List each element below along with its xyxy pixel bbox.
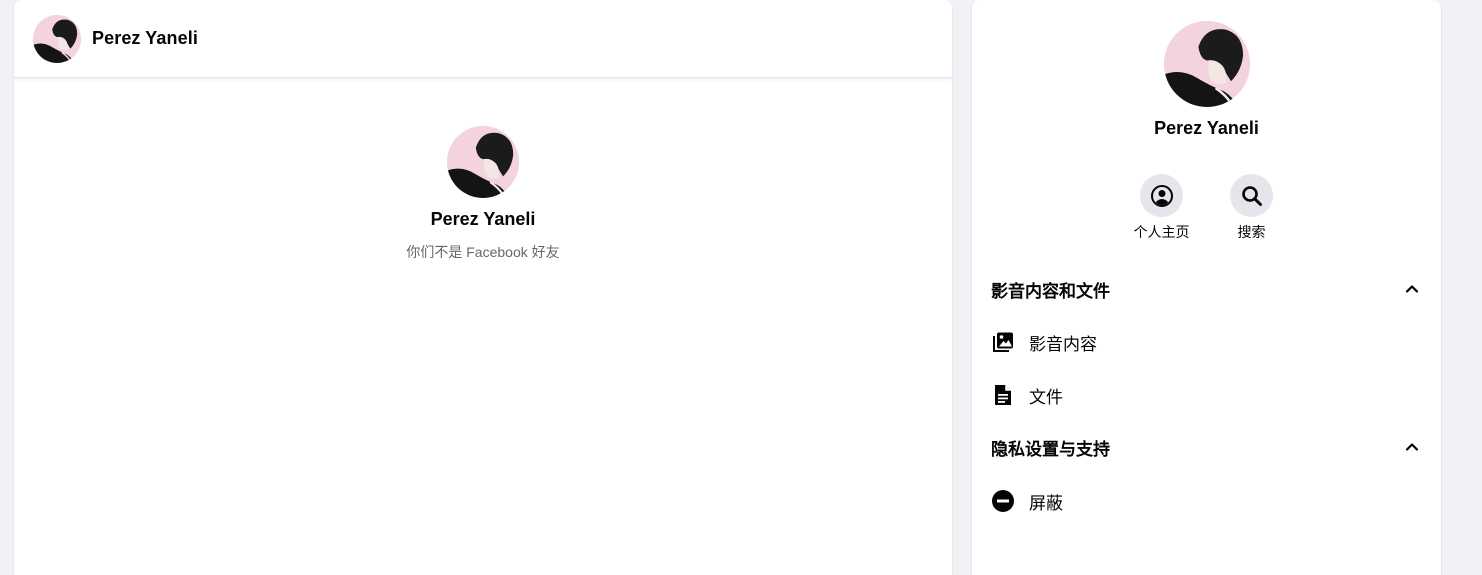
section-media-files-header[interactable]: 影音内容和文件 xyxy=(991,275,1422,303)
action-row: 个人主页 搜索 xyxy=(972,174,1441,242)
friend-status-text: 你们不是 Facebook 好友 xyxy=(406,244,560,260)
media-icon xyxy=(991,330,1015,354)
menu-item-block[interactable]: 屏蔽 xyxy=(991,486,1422,516)
avatar-image xyxy=(33,15,81,63)
chat-header-avatar[interactable] xyxy=(33,14,81,63)
profile-icon xyxy=(1150,184,1173,207)
info-profile: Perez Yaneli xyxy=(972,21,1441,139)
chat-panel: Perez Yaneli Perez Yaneli 你们不是 Facebook … xyxy=(14,0,952,575)
file-icon xyxy=(991,383,1015,407)
menu-item-media[interactable]: 影音内容 xyxy=(991,327,1422,357)
intro-name: Perez Yaneli xyxy=(430,209,536,229)
profile-action-label: 个人主页 xyxy=(1133,224,1190,240)
profile-action-button[interactable]: 个人主页 xyxy=(1132,174,1192,242)
chat-header-name[interactable]: Perez Yaneli xyxy=(92,28,198,49)
chat-intro: Perez Yaneli 你们不是 Facebook 好友 xyxy=(14,126,952,262)
block-icon xyxy=(991,489,1015,513)
search-action-label: 搜索 xyxy=(1237,224,1266,240)
profile-action-circle[interactable] xyxy=(1140,174,1183,217)
search-action-circle[interactable] xyxy=(1230,174,1273,217)
search-icon xyxy=(1241,185,1262,206)
intro-avatar xyxy=(447,126,519,198)
info-panel: Perez Yaneli 个人主页 搜索 影音内容和文件 影音内容 文件 隐私设… xyxy=(972,0,1441,575)
avatar-image xyxy=(1164,21,1250,107)
chevron-up-icon xyxy=(1402,437,1422,457)
section-title: 隐私设置与支持 xyxy=(991,439,1110,459)
section-title: 影音内容和文件 xyxy=(991,281,1110,301)
chat-header: Perez Yaneli xyxy=(14,0,952,78)
menu-item-label: 屏蔽 xyxy=(1029,493,1063,513)
menu-item-label: 文件 xyxy=(1029,387,1063,407)
search-action-button[interactable]: 搜索 xyxy=(1222,174,1282,242)
menu-item-files[interactable]: 文件 xyxy=(991,380,1422,410)
chevron-up-icon xyxy=(1402,279,1422,299)
info-avatar[interactable] xyxy=(1163,21,1250,107)
avatar-image xyxy=(447,126,519,198)
info-name: Perez Yaneli xyxy=(1154,118,1259,138)
section-privacy-support-header[interactable]: 隐私设置与支持 xyxy=(991,433,1422,461)
menu-item-label: 影音内容 xyxy=(1029,334,1097,354)
